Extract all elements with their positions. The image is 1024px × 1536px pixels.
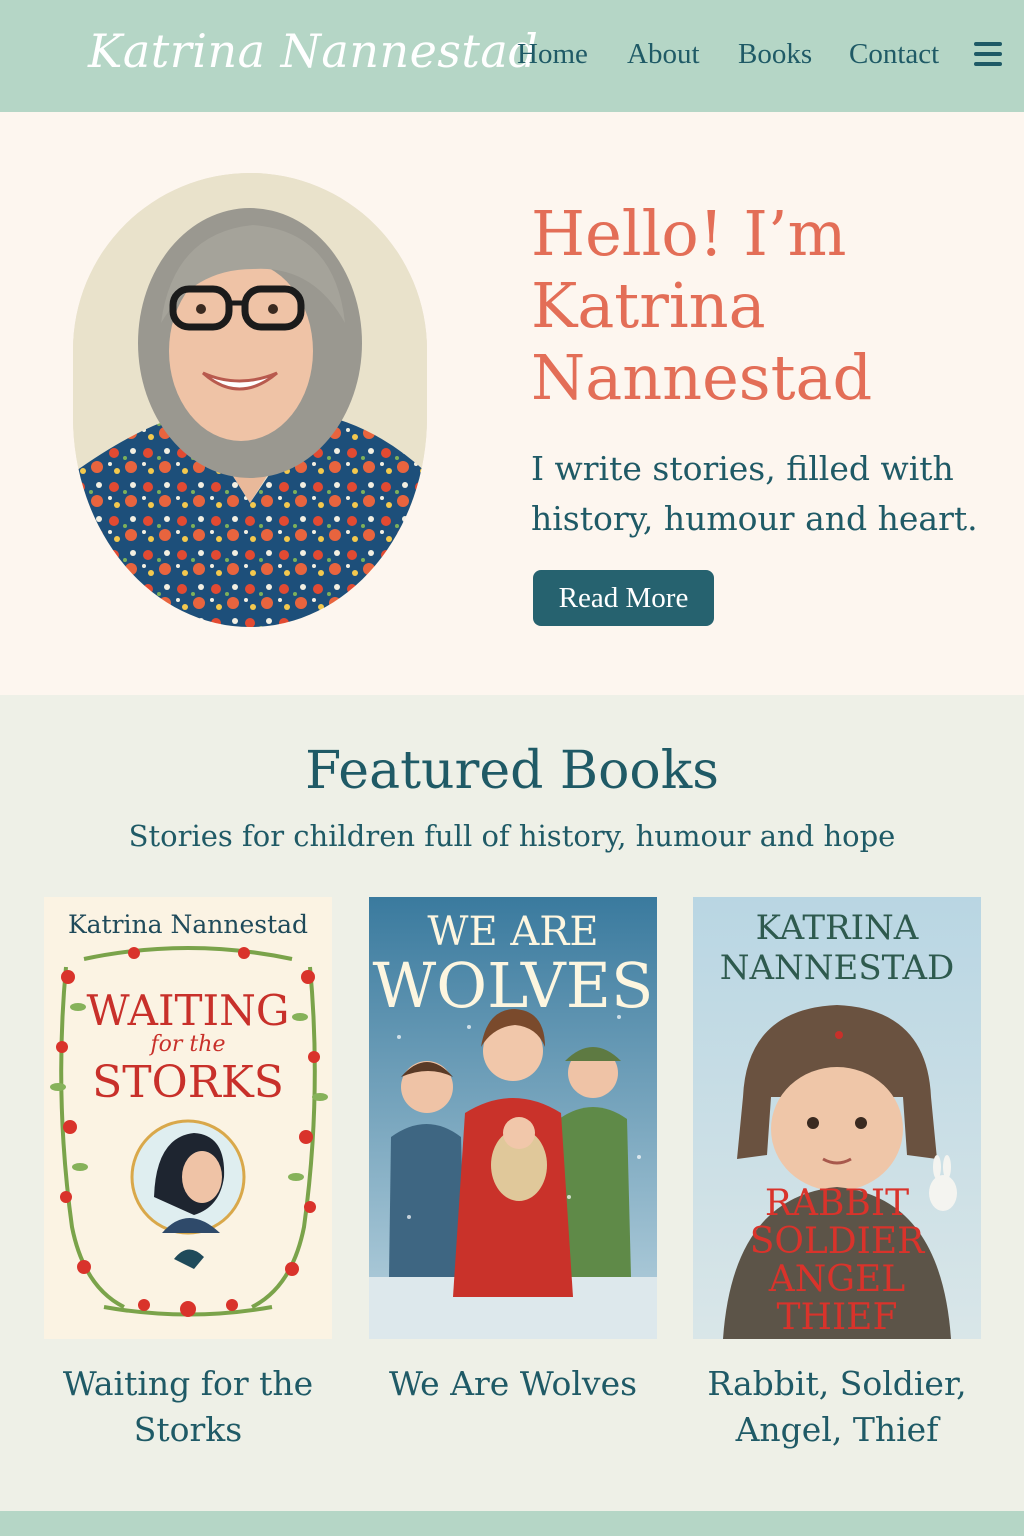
- cover-title: ANGEL: [768, 1259, 906, 1300]
- read-more-button[interactable]: Read More: [533, 570, 714, 626]
- site-logo[interactable]: Katrina Nannestad: [88, 24, 538, 78]
- book-cover[interactable]: Katrina Nannestad WAITING for the STORKS: [44, 897, 332, 1339]
- cover-title: STORKS: [92, 1057, 284, 1108]
- cover-title: for the: [149, 1032, 226, 1057]
- featured-title: Featured Books: [305, 741, 719, 801]
- cover-illustration: Katrina Nannestad WAITING for the STORKS: [44, 897, 332, 1339]
- book-cover[interactable]: KATRINA NANNESTAD RABBIT SOLDIER ANGEL T…: [693, 897, 981, 1339]
- book-caption[interactable]: Rabbit, Soldier, Angel, Thief: [693, 1361, 981, 1453]
- menu-bar: [974, 62, 1002, 66]
- featured-books-section: Featured Books Stories for children full…: [0, 695, 1024, 1511]
- nav-link-home[interactable]: Home: [517, 38, 588, 71]
- cover-illustration: WE ARE WOLVES: [369, 897, 657, 1339]
- book-caption[interactable]: We Are Wolves: [369, 1361, 657, 1407]
- book-card-waiting-for-the-storks[interactable]: Katrina Nannestad WAITING for the STORKS…: [44, 897, 332, 1453]
- site-header: Katrina Nannestad Home About Books Conta…: [0, 0, 1024, 112]
- hero-section: Hello! I’m Katrina Nannestad I write sto…: [0, 112, 1024, 695]
- menu-bar: [974, 42, 1002, 46]
- book-caption[interactable]: Waiting for the Storks: [44, 1361, 332, 1453]
- book-card-rabbit-soldier-angel-thief[interactable]: KATRINA NANNESTAD RABBIT SOLDIER ANGEL T…: [693, 897, 981, 1453]
- menu-bar: [974, 52, 1002, 56]
- cover-author: Katrina Nannestad: [68, 910, 308, 939]
- book-cover[interactable]: WE ARE WOLVES: [369, 897, 657, 1339]
- hamburger-menu-icon[interactable]: [974, 42, 1002, 68]
- cover-author: NANNESTAD: [720, 948, 955, 988]
- hero-subtitle: I write stories, filled with history, hu…: [531, 449, 978, 538]
- cover-title: THIEF: [777, 1297, 898, 1338]
- cover-illustration: KATRINA NANNESTAD RABBIT SOLDIER ANGEL T…: [693, 897, 981, 1339]
- nav-link-about[interactable]: About: [627, 38, 700, 71]
- nav-link-contact[interactable]: Contact: [849, 38, 939, 71]
- hero-title: Hello! I’m Katrina Nannestad: [531, 197, 873, 414]
- cover-title: SOLDIER: [750, 1221, 925, 1262]
- cover-title: WAITING: [87, 986, 290, 1035]
- cover-title: RABBIT: [765, 1183, 909, 1224]
- author-photo: [73, 173, 427, 627]
- featured-subtitle: Stories for children full of history, hu…: [128, 819, 896, 853]
- footer-strip: [0, 1511, 1024, 1536]
- book-card-we-are-wolves[interactable]: WE ARE WOLVES We Are Wolves: [369, 897, 657, 1407]
- author-portrait: [73, 173, 427, 627]
- nav-link-books[interactable]: Books: [738, 38, 812, 71]
- cover-author: KATRINA: [756, 908, 919, 948]
